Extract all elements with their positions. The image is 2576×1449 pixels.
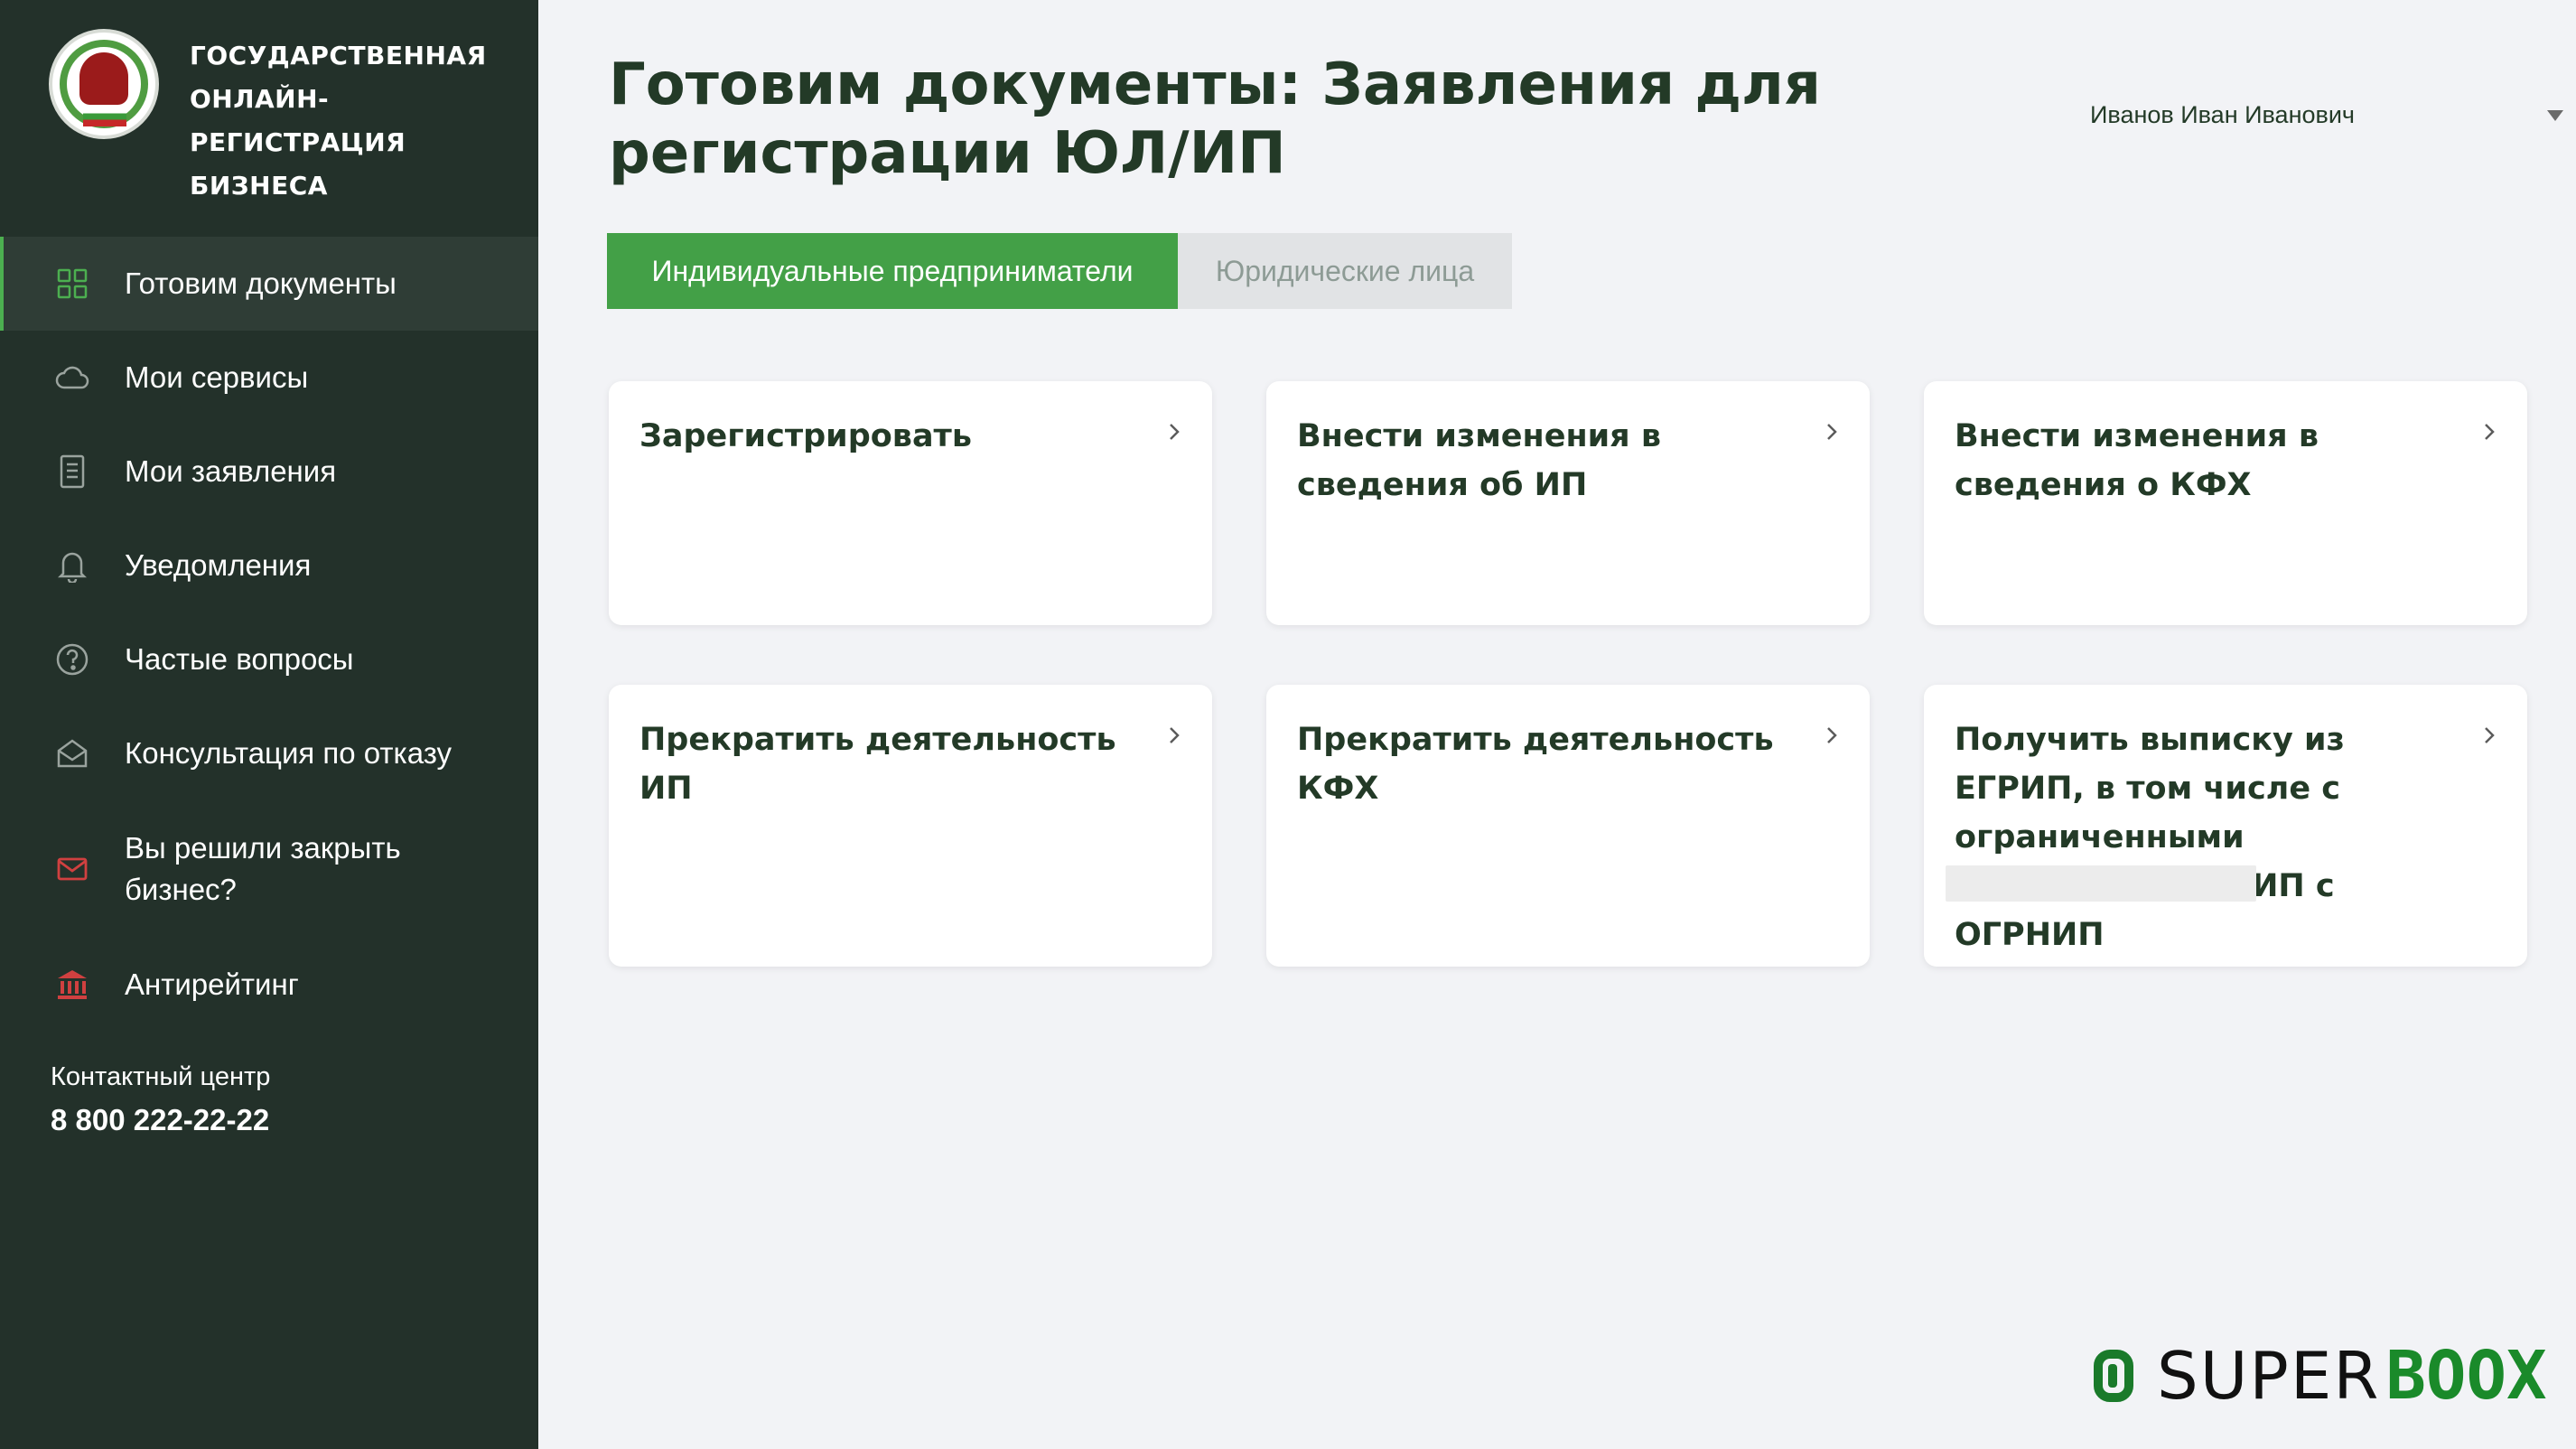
sidebar-item-faq[interactable]: Частые вопросы	[0, 612, 538, 706]
sidebar-item-my-services[interactable]: Мои сервисы	[0, 331, 538, 425]
sidebar-item-label: Частые вопросы	[125, 642, 354, 676]
user-menu[interactable]: Иванов Иван Иванович	[2090, 101, 2569, 129]
page-title: Готовим документы: Заявления для регистр…	[609, 51, 1821, 187]
sidebar-nav: Готовим документы Мои сервисы Мои заявле…	[0, 237, 538, 1032]
card-title: Внести изменения в сведения о КФХ	[1955, 418, 2319, 503]
card-title: Прекратить деятельность ИП	[639, 722, 1116, 807]
envelope-icon	[54, 851, 90, 887]
loading-placeholder	[1946, 865, 2256, 902]
sidebar-item-label: Вы решили закрыть бизнес?	[125, 831, 401, 906]
chevron-right-icon	[1827, 727, 1837, 743]
watermark-super-text: SUPER	[2157, 1338, 2381, 1414]
card-title: Получить выписку из ЕГРИП, в том числе с…	[1955, 722, 2345, 953]
chevron-right-icon	[1170, 727, 1180, 743]
chevron-right-icon	[1170, 424, 1180, 440]
chevron-down-icon	[2547, 109, 2563, 121]
card-terminate-ip[interactable]: Прекратить деятельность ИП	[609, 685, 1212, 967]
brand-logo[interactable]: ГОСУДАРСТВЕННАЯ ОНЛАЙН-РЕГИСТРАЦИЯ БИЗНЕ…	[49, 29, 533, 208]
tab-legal-entities[interactable]: Юридические лица	[1178, 233, 1512, 309]
open-envelope-icon	[54, 735, 90, 771]
chevron-right-icon	[2485, 727, 2495, 743]
sidebar-item-label: Готовим документы	[125, 266, 397, 300]
chevron-right-icon	[2485, 424, 2495, 440]
contact-center-label: Контактный центр	[51, 1062, 271, 1091]
sidebar: ГОСУДАРСТВЕННАЯ ОНЛАЙН-РЕГИСТРАЦИЯ БИЗНЕ…	[0, 0, 538, 1449]
card-egrip-extract[interactable]: Получить выписку из ЕГРИП, в том числе с…	[1924, 685, 2527, 967]
card-register[interactable]: Зарегистрировать	[609, 381, 1212, 625]
superboox-logo-icon	[2094, 1350, 2133, 1402]
sidebar-item-notifications[interactable]: Уведомления	[0, 519, 538, 612]
card-title: Зарегистрировать	[639, 418, 972, 454]
sidebar-item-prepare-documents[interactable]: Готовим документы	[0, 237, 538, 331]
bank-icon	[54, 967, 90, 1003]
card-change-kfh-info[interactable]: Внести изменения в сведения о КФХ	[1924, 381, 2527, 625]
watermark-boox-text: BOOX	[2385, 1337, 2547, 1415]
sidebar-item-label: Антирейтинг	[125, 968, 299, 1001]
user-name: Иванов Иван Иванович	[2090, 101, 2355, 128]
sidebar-item-label: Мои заявления	[125, 454, 337, 488]
sidebar-item-refusal-consultation[interactable]: Консультация по отказу	[0, 706, 538, 800]
question-icon	[54, 641, 90, 678]
sidebar-item-close-business[interactable]: Вы решили закрыть бизнес?	[0, 800, 538, 938]
entity-type-tabs: Индивидуальные предприниматели Юридическ…	[607, 233, 1512, 309]
tab-individual-entrepreneurs[interactable]: Индивидуальные предприниматели	[607, 233, 1178, 309]
sidebar-item-label: Уведомления	[125, 548, 312, 582]
card-change-ip-info[interactable]: Внести изменения в сведения об ИП	[1266, 381, 1870, 625]
superboox-watermark: SUPER BOOX	[2094, 1337, 2547, 1415]
card-terminate-kfh[interactable]: Прекратить деятельность КФХ	[1266, 685, 1870, 967]
card-title: Внести изменения в сведения об ИП	[1297, 418, 1661, 503]
contact-center-phone[interactable]: 8 800 222-22-22	[51, 1103, 270, 1137]
chevron-right-icon	[1827, 424, 1837, 440]
document-list-icon	[54, 453, 90, 490]
main-content: Готовим документы: Заявления для регистр…	[538, 0, 2576, 1449]
cloud-icon	[54, 360, 90, 396]
sidebar-item-label: Консультация по отказу	[125, 736, 452, 770]
sidebar-item-label: Мои сервисы	[125, 360, 309, 394]
brand-title: ГОСУДАРСТВЕННАЯ ОНЛАЙН-РЕГИСТРАЦИЯ БИЗНЕ…	[190, 41, 487, 201]
sidebar-item-antirating[interactable]: Антирейтинг	[0, 938, 538, 1032]
fns-emblem-icon	[49, 29, 159, 139]
grid-icon	[54, 266, 90, 302]
contact-center: Контактный центр 8 800 222-22-22	[51, 1062, 270, 1137]
card-title: Прекратить деятельность КФХ	[1297, 722, 1774, 807]
bell-icon	[54, 547, 90, 584]
sidebar-item-my-applications[interactable]: Мои заявления	[0, 425, 538, 519]
